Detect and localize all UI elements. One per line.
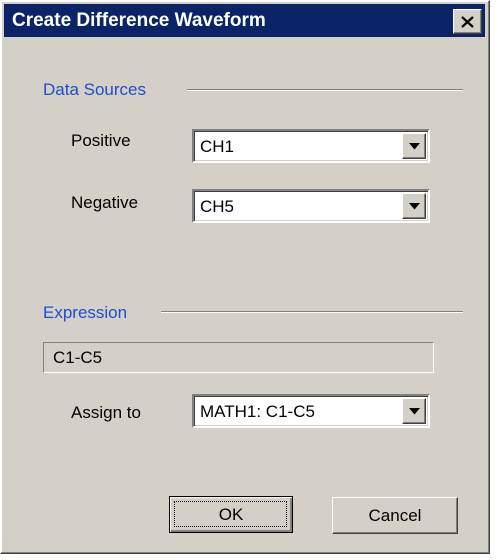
positive-label: Positive: [71, 131, 131, 150]
negative-dropdown-button[interactable]: [402, 193, 426, 219]
assign-to-select-value: MATH1: C1-C5: [200, 402, 315, 421]
assign-to-label: Assign to: [71, 403, 141, 422]
ok-button[interactable]: OK: [169, 496, 293, 533]
dialog-window: Create Difference Waveform Data Sources …: [0, 0, 490, 554]
negative-select-value: CH5: [200, 197, 235, 216]
positive-select-value: CH1: [200, 137, 235, 156]
assign-to-select[interactable]: MATH1: C1-C5: [192, 394, 430, 428]
focus-rectangle: [174, 501, 287, 527]
cancel-button[interactable]: Cancel: [332, 497, 458, 534]
expression-field: C1-C5: [43, 342, 434, 373]
expression-value: C1-C5: [53, 348, 103, 367]
negative-select[interactable]: CH5: [192, 189, 430, 223]
close-button[interactable]: [453, 9, 482, 34]
assign-to-dropdown-button[interactable]: [402, 398, 426, 424]
positive-select[interactable]: CH1: [192, 129, 430, 163]
chevron-down-icon: [408, 142, 420, 149]
data-sources-divider: [187, 89, 463, 91]
chevron-down-icon: [408, 202, 420, 209]
close-icon: [461, 15, 474, 28]
chevron-down-icon: [408, 407, 420, 414]
dialog-title: Create Difference Waveform: [12, 10, 266, 31]
cancel-button-label: Cancel: [368, 505, 422, 525]
expression-heading: Expression: [43, 303, 128, 322]
negative-label: Negative: [71, 193, 139, 212]
positive-dropdown-button[interactable]: [402, 133, 426, 159]
data-sources-heading: Data Sources: [43, 80, 146, 99]
expression-divider: [161, 311, 463, 313]
title-bar[interactable]: Create Difference Waveform: [4, 4, 485, 37]
